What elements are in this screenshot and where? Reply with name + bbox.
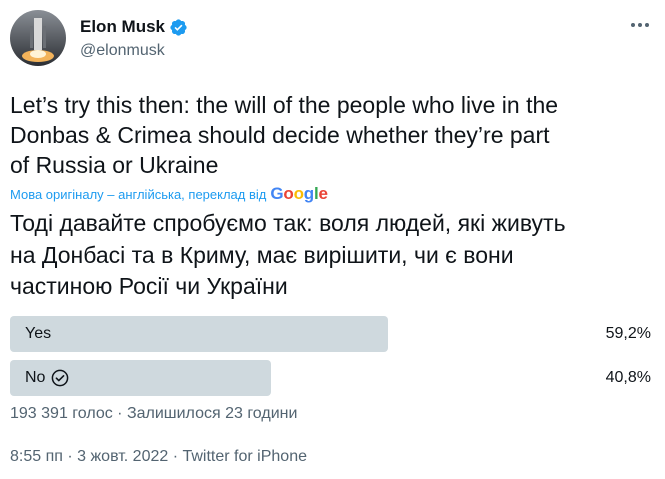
poll-option-percent: 40,8%: [605, 369, 651, 386]
poll-option-label: Yes: [25, 325, 52, 342]
check-circle-icon: [51, 369, 69, 387]
poll-option-no: No 40,8%: [10, 360, 655, 396]
poll: Yes 59,2% No 40,8%: [10, 316, 655, 404]
translated-text: Тоді давайте спробуємо так: воля людей, …: [10, 210, 566, 299]
tweet-header: Elon Musk @elonmusk: [10, 10, 655, 66]
translation-note[interactable]: Мова оригіналу – англійська, переклад ві…: [10, 183, 328, 205]
google-logo: Google: [270, 184, 328, 203]
poll-option-label: No: [25, 369, 46, 386]
handle[interactable]: @elonmusk: [80, 42, 188, 60]
poll-bar-yes: [10, 316, 388, 352]
avatar[interactable]: [10, 10, 66, 66]
more-dots-icon[interactable]: [629, 18, 651, 32]
poll-meta: 193 391 голос · Залишилося 23 години: [10, 405, 298, 422]
poll-option-yes: Yes 59,2%: [10, 316, 655, 352]
display-name[interactable]: Elon Musk: [80, 17, 165, 37]
tweet-timestamp[interactable]: 8:55 пп · 3 жовт. 2022 · Twitter for iPh…: [10, 448, 307, 466]
poll-option-percent: 59,2%: [605, 325, 651, 342]
translation-note-text: Мова оригіналу – англійська, переклад ві…: [10, 186, 267, 202]
verified-badge-icon: [169, 18, 188, 37]
tweet-text: Let’s try this then: the will of the peo…: [10, 92, 559, 178]
